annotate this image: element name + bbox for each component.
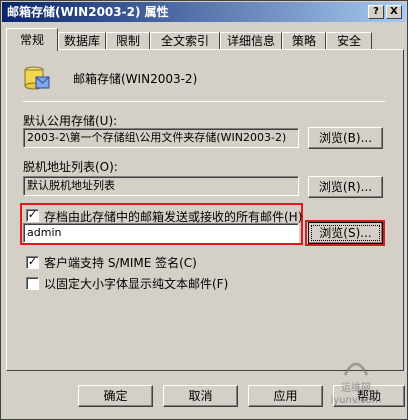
window-title: 邮箱存储(WIN2003-2) 属性 [7, 5, 169, 19]
public-store-field: 2003-2\第一个存储组\公用文件夹存储(WIN2003-2) [23, 128, 299, 148]
browse-offline-list-button[interactable]: 浏览(R)... [308, 176, 383, 198]
public-store-label: 默认公用存储(U): [23, 114, 118, 128]
tab-details[interactable]: 详细信息 [220, 32, 282, 50]
help-title-button[interactable]: ? [368, 5, 384, 19]
tab-limits[interactable]: 限制 [106, 32, 150, 50]
fixed-font-checkbox[interactable] [26, 277, 39, 290]
watermark: 运维网 iyunv.com [313, 357, 399, 407]
offline-list-field: 默认脱机地址列表 [23, 176, 299, 196]
watermark-line2: iyunv.com [330, 395, 382, 406]
watermark-logo-icon [343, 362, 369, 376]
browse-archive-button[interactable]: 浏览(S)... [308, 222, 383, 244]
fixed-font-label: 以固定大小字体显示纯文本邮件(F) [44, 277, 229, 291]
mailbox-store-icon [24, 66, 50, 90]
title-bar: 邮箱存储(WIN2003-2) 属性 ? X [2, 2, 406, 22]
ok-button[interactable]: 确定 [78, 385, 153, 407]
tab-strip: 常规 数据库 限制 全文索引 详细信息 策略 安全 [6, 28, 404, 51]
tab-policies[interactable]: 策略 [282, 32, 326, 50]
properties-dialog: 邮箱存储(WIN2003-2) 属性 ? X 常规 数据库 限制 全文索引 详细… [0, 0, 408, 420]
store-name: 邮箱存储(WIN2003-2) [73, 72, 198, 86]
cancel-button[interactable]: 取消 [163, 385, 238, 407]
browse-public-store-button[interactable]: 浏览(B)... [308, 127, 383, 149]
archive-recipient-field[interactable]: admin [23, 223, 299, 243]
tab-general[interactable]: 常规 [6, 28, 58, 51]
smime-checkbox[interactable]: ✓ [26, 256, 39, 269]
divider [23, 101, 385, 102]
offline-list-label: 脱机地址列表(O): [23, 160, 118, 174]
tab-full-text-index[interactable]: 全文索引 [150, 32, 220, 50]
smime-label: 客户端支持 S/MIME 签名(C) [44, 256, 197, 270]
archive-checkbox[interactable]: ✓ [26, 209, 39, 222]
watermark-line1: 运维网 [341, 383, 371, 394]
tab-security[interactable]: 安全 [326, 32, 372, 50]
close-title-button[interactable]: X [386, 5, 402, 19]
tab-database[interactable]: 数据库 [58, 32, 106, 50]
apply-button[interactable]: 应用 [248, 385, 323, 407]
